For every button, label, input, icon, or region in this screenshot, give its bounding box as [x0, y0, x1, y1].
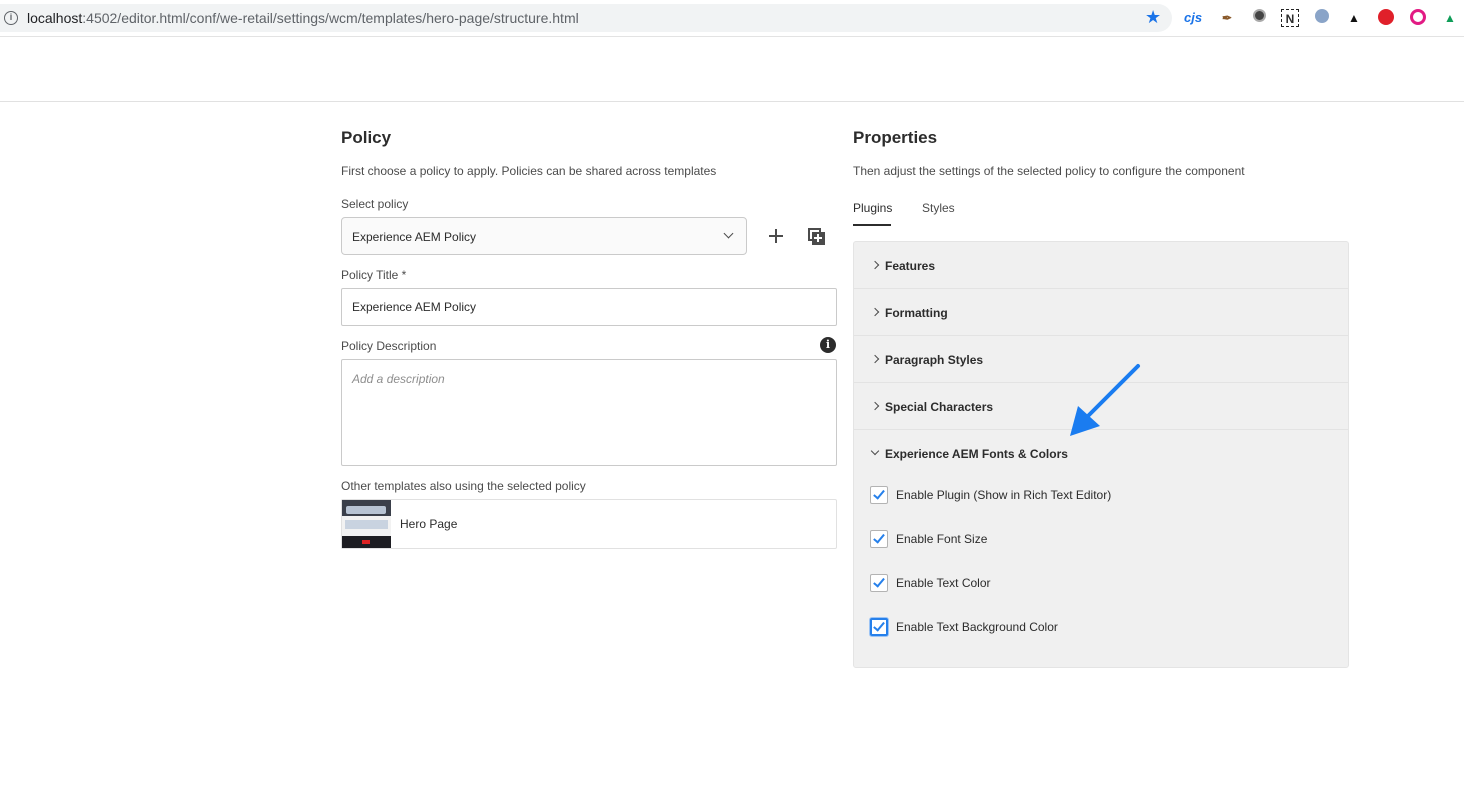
gdrive-icon[interactable]: ▲: [1441, 9, 1459, 27]
policy-title-label: Policy Title *: [341, 268, 407, 282]
properties-subtitle: Then adjust the settings of the selected…: [853, 164, 1245, 178]
quill-icon[interactable]: ✒: [1218, 9, 1236, 27]
chevron-down-icon: [723, 228, 734, 239]
chevron-right-icon: [870, 260, 880, 270]
disc-icon[interactable]: [1250, 9, 1268, 27]
checkbox[interactable]: [870, 486, 888, 504]
header-divider: [0, 101, 1464, 102]
checkbox-label: Enable Text Background Color: [896, 620, 1058, 634]
spy-icon[interactable]: ▲: [1345, 9, 1363, 27]
address-bar[interactable]: i localhost:4502/editor.html/conf/we-ret…: [0, 4, 1172, 32]
chevron-right-icon: [870, 354, 880, 364]
stop-hand-icon[interactable]: [1377, 9, 1395, 27]
n-icon[interactable]: N: [1281, 9, 1299, 27]
checkbox-label: Enable Font Size: [896, 532, 988, 546]
annotation-arrow-icon: [1070, 364, 1140, 436]
accordion-title: Features: [885, 259, 936, 273]
other-templates-label: Other templates also using the selected …: [341, 479, 586, 493]
checkbox[interactable]: [870, 618, 888, 636]
duplicate-policy-icon[interactable]: [808, 228, 826, 246]
policy-description-textarea[interactable]: [341, 359, 837, 466]
policy-heading: Policy: [341, 128, 392, 147]
checkbox[interactable]: [870, 574, 888, 592]
accordion-title: Formatting: [885, 306, 948, 320]
tab-plugins[interactable]: Plugins: [853, 201, 892, 215]
accordion-title: Paragraph Styles: [885, 353, 984, 367]
checkbox-label: Enable Text Color: [896, 576, 991, 590]
eye-icon[interactable]: [1409, 9, 1427, 27]
chevron-right-icon: [870, 401, 880, 411]
chevron-down-icon: [870, 446, 880, 456]
policy-select-value: Experience AEM Policy: [352, 230, 477, 244]
moon-icon[interactable]: [1313, 9, 1331, 27]
check-icon: [873, 575, 885, 588]
plugins-panel: Features Formatting Paragraph Styles Spe…: [853, 241, 1349, 668]
check-icon: [873, 531, 885, 544]
policy-title-input[interactable]: [341, 288, 837, 326]
policy-description-label: Policy Description: [341, 339, 437, 353]
url-text[interactable]: localhost:4502/editor.html/conf/we-retai…: [27, 10, 579, 26]
checkbox[interactable]: [870, 530, 888, 548]
tab-styles[interactable]: Styles: [922, 201, 955, 215]
info-icon[interactable]: i: [820, 337, 836, 353]
check-icon: [873, 619, 885, 632]
policy-subtitle: First choose a policy to apply. Policies…: [341, 164, 717, 178]
policy-select[interactable]: Experience AEM Policy: [341, 217, 747, 255]
add-policy-icon[interactable]: [767, 227, 785, 245]
accordion-formatting[interactable]: Formatting: [854, 289, 1348, 336]
accordion-features[interactable]: Features: [854, 242, 1348, 289]
accordion-title: Special Characters: [885, 400, 994, 414]
select-policy-label: Select policy: [341, 197, 409, 211]
check-icon: [873, 487, 885, 500]
active-tab-indicator: [853, 224, 891, 226]
chevron-right-icon: [870, 307, 880, 317]
cjs-icon[interactable]: cjs: [1184, 9, 1202, 27]
site-info-icon[interactable]: i: [4, 11, 18, 25]
template-thumbnail: [342, 500, 391, 548]
template-name: Hero Page: [400, 517, 458, 531]
template-card[interactable]: Hero Page: [341, 499, 837, 549]
accordion-title: Experience AEM Fonts & Colors: [885, 447, 1068, 461]
properties-heading: Properties: [853, 128, 938, 147]
checkbox-label: Enable Plugin (Show in Rich Text Editor): [896, 488, 1112, 502]
bookmark-star-icon[interactable]: ★: [1145, 7, 1161, 27]
browser-toolbar: i localhost:4502/editor.html/conf/we-ret…: [0, 0, 1464, 37]
